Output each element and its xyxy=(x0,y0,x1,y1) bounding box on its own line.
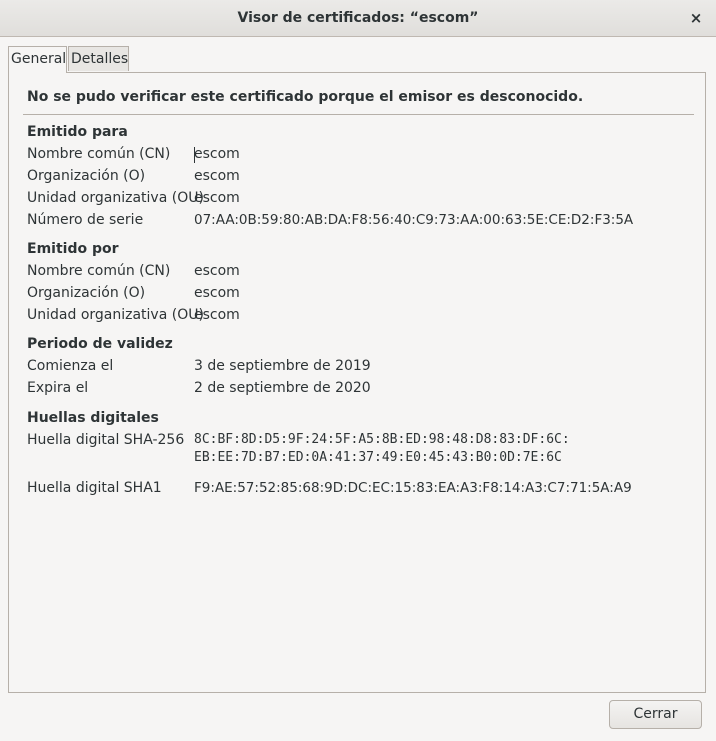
separator xyxy=(23,114,694,115)
issued-to-cn-value[interactable]: escom xyxy=(194,146,240,162)
issued-by-cn-label: Nombre común (CN) xyxy=(27,263,171,279)
window-title: Visor de certificados: “escom” xyxy=(237,10,479,26)
validity-title: Periodo de validez xyxy=(27,336,173,352)
issued-by-ou-label: Unidad organizativa (OU) xyxy=(27,307,204,323)
issued-to-title: Emitido para xyxy=(27,124,128,140)
serial-number-value[interactable]: 07:AA:0B:59:80:AB:DA:F8:56:40:C9:73:AA:0… xyxy=(194,212,633,228)
issued-by-cn-value[interactable]: escom xyxy=(194,263,240,279)
sha256-value-line2[interactable]: EB:EE:7D:B7:ED:0A:41:37:49:E0:45:43:B0:0… xyxy=(194,449,562,467)
valid-from-value[interactable]: 3 de septiembre de 2019 xyxy=(194,358,371,374)
verification-warning: No se pudo verificar este certificado po… xyxy=(27,89,584,105)
issued-to-ou-value[interactable]: escom xyxy=(194,190,240,206)
valid-until-value[interactable]: 2 de septiembre de 2020 xyxy=(194,380,371,396)
sha1-label: Huella digital SHA1 xyxy=(27,480,162,496)
title-bar: Visor de certificados: “escom” × xyxy=(0,0,716,37)
sha1-value[interactable]: F9:AE:57:52:85:68:9D:DC:EC:15:83:EA:A3:F… xyxy=(194,480,632,496)
issued-to-o-value[interactable]: escom xyxy=(194,168,240,184)
issued-by-o-value[interactable]: escom xyxy=(194,285,240,301)
issued-by-title: Emitido por xyxy=(27,241,119,257)
issued-to-o-label: Organización (O) xyxy=(27,168,146,184)
close-icon[interactable]: × xyxy=(686,8,706,28)
issued-to-cn-label: Nombre común (CN) xyxy=(27,146,171,162)
issued-to-ou-label: Unidad organizativa (OU) xyxy=(27,190,204,206)
sha256-value-line1[interactable]: 8C:BF:8D:D5:9F:24:5F:A5:8B:ED:98:48:D8:8… xyxy=(194,431,570,449)
serial-number-label: Número de serie xyxy=(27,212,144,228)
valid-until-label: Expira el xyxy=(27,380,89,396)
issued-by-o-label: Organización (O) xyxy=(27,285,146,301)
close-button[interactable]: Cerrar xyxy=(609,700,702,729)
tab-detalles[interactable]: Detalles xyxy=(68,46,129,71)
certificate-viewer-window: Visor de certificados: “escom” × General… xyxy=(0,0,716,741)
sha256-label: Huella digital SHA-256 xyxy=(27,432,185,448)
issued-by-ou-value[interactable]: escom xyxy=(194,307,240,323)
fingerprints-title: Huellas digitales xyxy=(27,410,159,426)
tab-general[interactable]: General xyxy=(8,46,67,73)
general-panel: No se pudo verificar este certificado po… xyxy=(8,72,706,693)
valid-from-label: Comienza el xyxy=(27,358,114,374)
